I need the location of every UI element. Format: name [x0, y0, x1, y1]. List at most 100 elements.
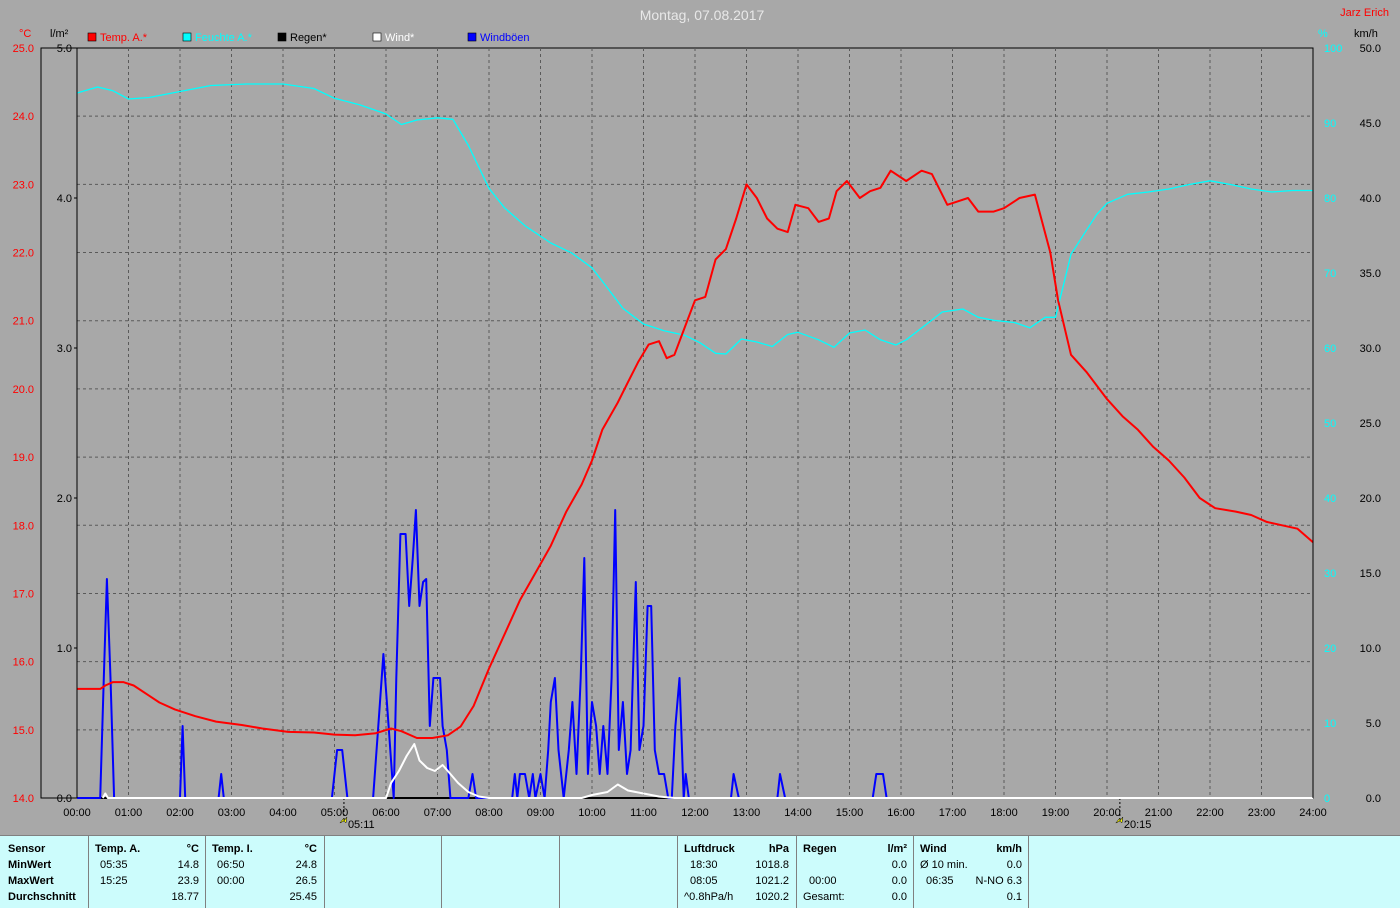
time-tick-label: 08:00	[475, 807, 503, 819]
time-tick-label: 14:00	[784, 807, 812, 819]
time-tick-label: 11:00	[630, 807, 657, 819]
temp-tick-label: 22.0	[13, 248, 34, 260]
empty-column-2	[442, 836, 560, 908]
temp-tick-label: 25.0	[13, 43, 34, 55]
time-tick-label: 12:00	[681, 807, 709, 819]
time-tick-label: 05:00	[321, 807, 349, 819]
temp-i-unit: °C	[304, 843, 317, 855]
humidity-tick-label: 30	[1324, 568, 1336, 580]
legend-label: Wind*	[385, 32, 415, 44]
rain-max-value: 0.0	[891, 875, 907, 887]
wind-tick-label: 15.0	[1360, 568, 1381, 580]
sun-marker-label: 20:15	[1124, 819, 1152, 831]
temp-a-max-value: 23.9	[177, 875, 199, 887]
time-tick-label: 23:00	[1248, 807, 1276, 819]
temp-i-average: 25.45	[289, 891, 317, 903]
temp-tick-label: 21.0	[13, 316, 34, 328]
wind-tick-label: 30.0	[1360, 343, 1381, 355]
pressure-min-time: 18:30	[690, 859, 718, 871]
temp-i-header: Temp. I.	[212, 843, 253, 855]
temp-tick-label: 24.0	[13, 111, 34, 123]
wind-column: Wind km/h Ø 10 min. 0.0 06:35 N-NO 6.3 0…	[914, 836, 1029, 908]
legend-label: Regen*	[290, 32, 327, 44]
wind-tick-label: 0.0	[1366, 793, 1381, 805]
time-tick-label: 20:00	[1093, 807, 1121, 819]
legend-label: Windböen	[480, 32, 530, 44]
temp-a-min-time: 05:35	[100, 859, 128, 871]
temp-a-column: Temp. A. °C 05:35 14.8 15:25 23.9 18.77	[89, 836, 206, 908]
wind-header: Wind	[920, 843, 947, 855]
rain-tick-label: 3.0	[57, 343, 72, 355]
legend-swatch	[372, 32, 382, 42]
wind-avg-label: Ø 10 min.	[920, 859, 968, 871]
humidity-tick-label: 50	[1324, 418, 1336, 430]
wind-mean: 0.1	[1006, 891, 1022, 903]
time-tick-label: 04:00	[269, 807, 297, 819]
empty-column-1	[325, 836, 442, 908]
temp-i-max-value: 26.5	[295, 875, 317, 887]
time-tick-label: 22:00	[1196, 807, 1224, 819]
temp-tick-label: 15.0	[13, 725, 34, 737]
pressure-unit: hPa	[768, 843, 789, 855]
humidity-tick-label: 90	[1324, 118, 1336, 130]
pressure-max-time: 08:05	[690, 875, 718, 887]
rain-tick-label: 0.0	[57, 793, 72, 805]
rain-unit: l/m²	[887, 843, 907, 855]
wind-unit: km/h	[996, 843, 1022, 855]
legend: Temp. A.* Feuchte A.* Regen* Wind* Windböen	[87, 32, 530, 44]
time-tick-label: 16:00	[887, 807, 915, 819]
temp-tick-label: 23.0	[13, 179, 34, 191]
time-tick-label: 13:00	[733, 807, 761, 819]
sun-marker-label: 05:11	[348, 819, 375, 831]
wind-tick-label: 35.0	[1360, 268, 1381, 280]
min-label: MinWert	[8, 859, 52, 871]
time-tick-label: 02:00	[166, 807, 194, 819]
time-tick-label: 06:00	[372, 807, 400, 819]
station-name: Jarz Erich	[1340, 7, 1389, 19]
rain-tick-label: 5.0	[57, 43, 72, 55]
rain-tick-label: 4.0	[57, 193, 72, 205]
temp-i-min-time: 06:50	[217, 859, 245, 871]
temp-a-min-value: 14.8	[177, 859, 199, 871]
pressure-min-value: 1018.8	[755, 859, 789, 871]
pressure-header: Luftdruck	[684, 843, 735, 855]
sensor-column: Sensor MinWert MaxWert Durchschnitt	[0, 836, 89, 908]
legend-label: Feuchte A.*	[195, 32, 253, 44]
statistics-panel: Sensor MinWert MaxWert Durchschnitt Temp…	[0, 835, 1400, 908]
humidity-tick-label: 20	[1324, 643, 1336, 655]
rain-axis-unit: l/m²	[50, 28, 69, 40]
temp-i-max-time: 00:00	[217, 875, 245, 887]
weather-chart: 05:11 20:15 25.0 24.0 23.0 22.0 21.0 20.0 19.0 1…	[13, 7, 1389, 831]
humidity-axis-unit: %	[1318, 28, 1328, 40]
humidity-tick-label: 100	[1324, 43, 1342, 55]
pressure-average: 1020.2	[755, 891, 789, 903]
wind-tick-label: 45.0	[1360, 118, 1381, 130]
legend-swatch	[87, 32, 97, 42]
temp-i-column: Temp. I. °C 06:50 24.8 00:00 26.5 25.45	[206, 836, 325, 908]
legend-swatch	[182, 32, 192, 42]
temp-a-header: Temp. A.	[95, 843, 141, 855]
humidity-tick-label: 60	[1324, 343, 1336, 355]
time-tick-label: 00:00	[63, 807, 91, 819]
chart-title: Montag, 07.08.2017	[640, 7, 765, 23]
temp-tick-label: 18.0	[13, 520, 34, 532]
temp-axis-unit: °C	[19, 28, 31, 40]
wind-tick-label: 25.0	[1360, 418, 1381, 430]
wind-tick-label: 5.0	[1366, 718, 1381, 730]
time-tick-label: 21:00	[1145, 807, 1173, 819]
wind-max-value: N-NO 6.3	[975, 875, 1022, 887]
time-tick-label: 09:00	[527, 807, 555, 819]
humidity-tick-label: 80	[1324, 193, 1336, 205]
time-tick-label: 07:00	[424, 807, 452, 819]
time-tick-label: 24:00	[1299, 807, 1327, 819]
wind-tick-label: 10.0	[1360, 643, 1381, 655]
rain-tick-label: 2.0	[57, 493, 72, 505]
pressure-trend: ^0.8hPa/h	[684, 891, 734, 903]
rain-total: 0.0	[891, 891, 907, 903]
temp-i-min-value: 24.8	[295, 859, 317, 871]
humidity-tick-label: 70	[1324, 268, 1336, 280]
wind-tick-label: 20.0	[1360, 493, 1381, 505]
rain-header: Regen	[803, 843, 837, 855]
time-tick-label: 10:00	[578, 807, 606, 819]
empty-column-3	[560, 836, 678, 908]
